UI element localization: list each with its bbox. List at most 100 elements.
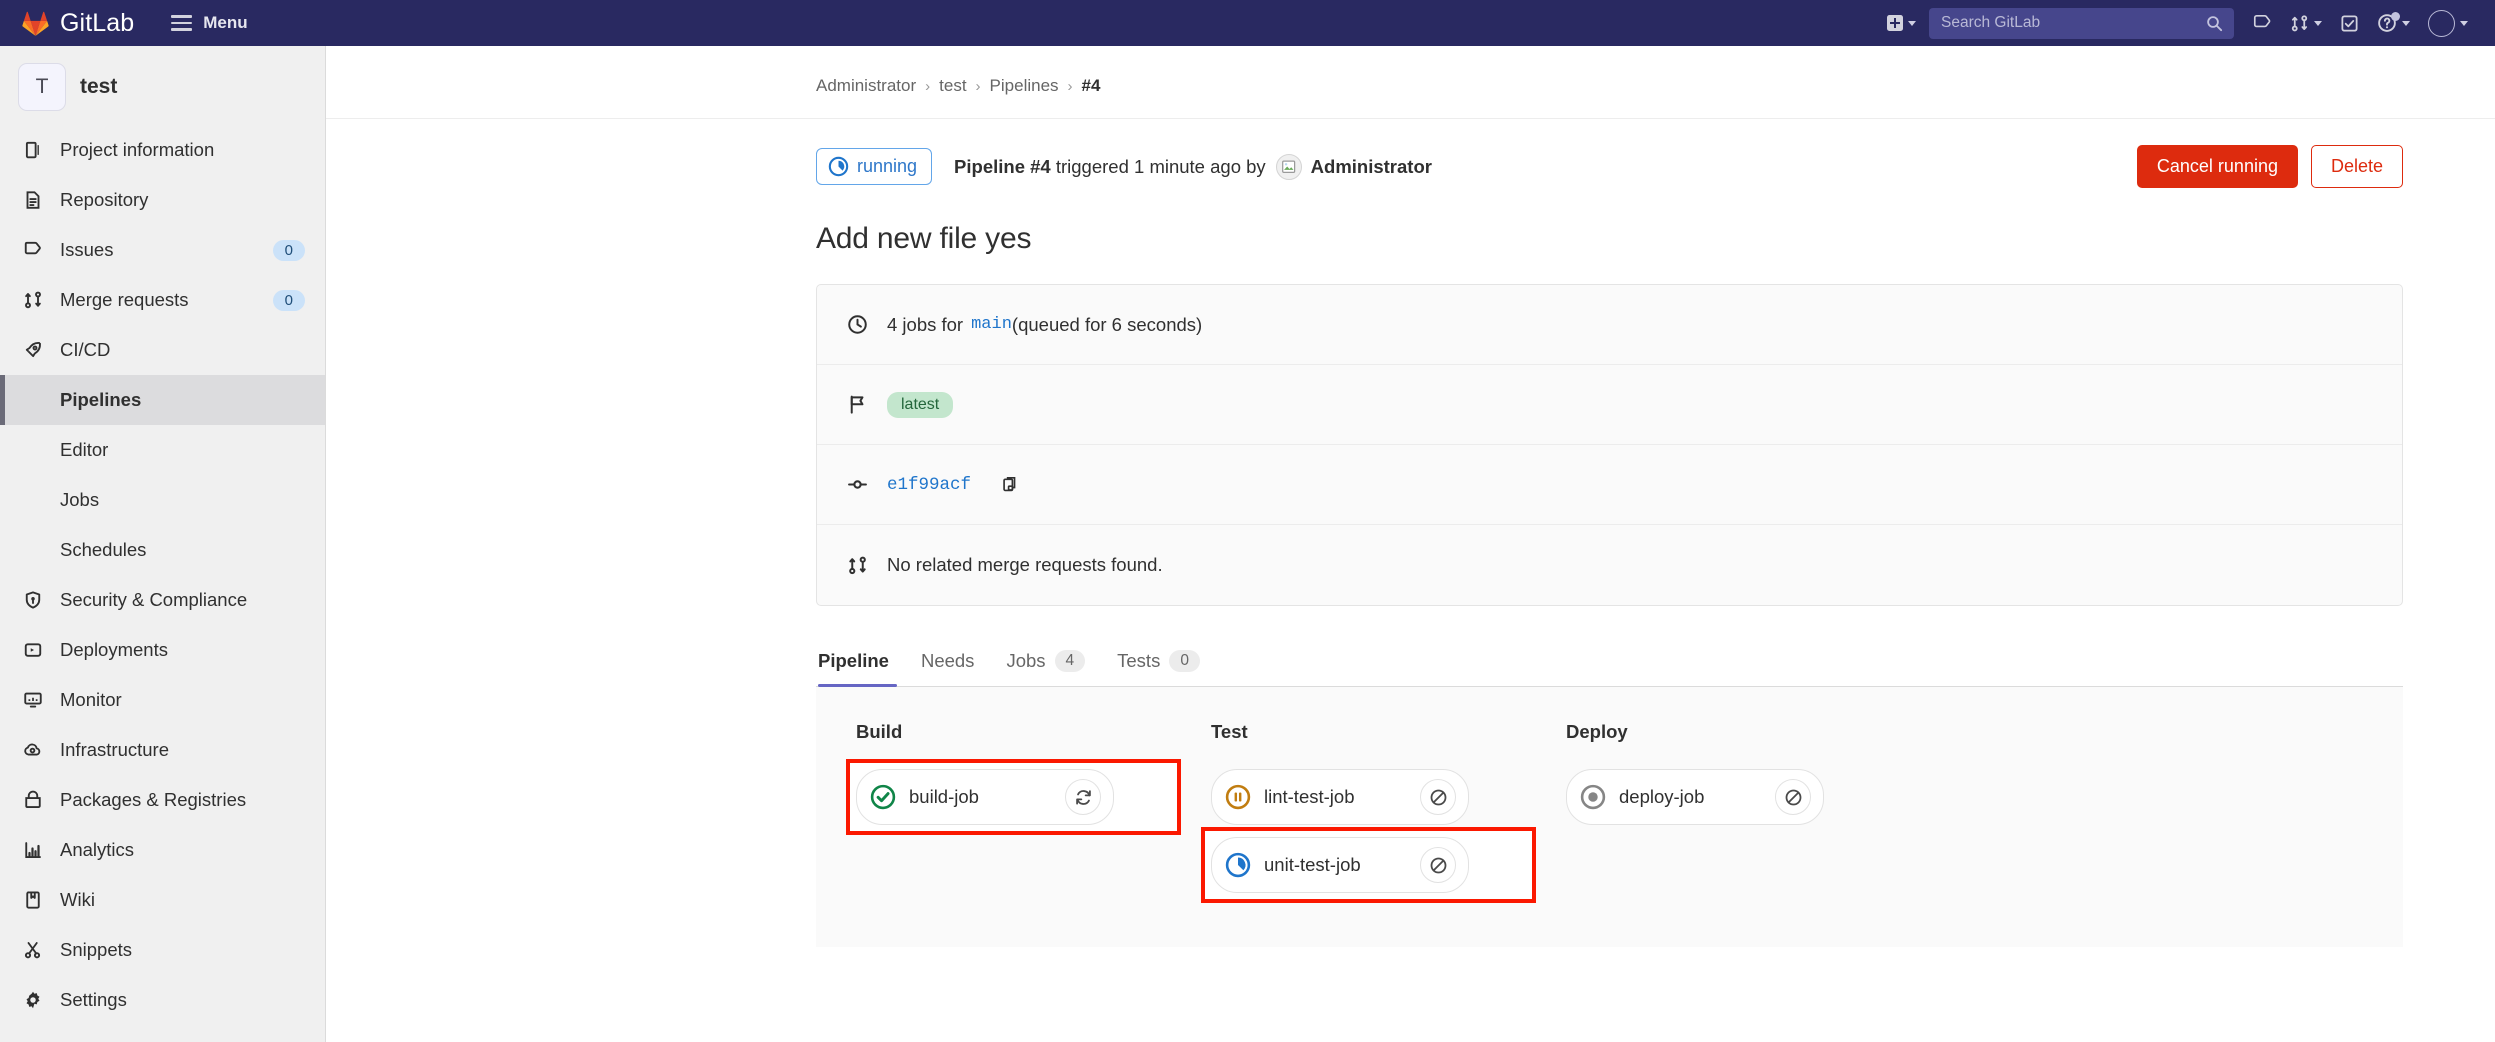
pipeline-graph: Build build-job Test lint-test-job unit-… [816,687,2403,947]
sidebar-project-link[interactable]: T test [0,56,325,125]
pipeline-status-badge[interactable]: running [816,148,933,185]
stage-build: Build build-job [816,721,1181,905]
job-name: build-job [909,786,979,807]
pipeline-ref[interactable]: main [971,315,1012,334]
pipeline-header: running Pipeline #4 triggered 1 minute a… [326,119,2495,188]
packages-icon [20,790,46,810]
sidebar-item-issues[interactable]: Issues 0 [0,225,325,275]
sidebar-item-settings[interactable]: Settings [0,975,325,1025]
cancel-icon [1785,789,1801,805]
sidebar-item-wiki[interactable]: Wiki [0,875,325,925]
sidebar-item-label: Wiki [60,889,95,910]
sidebar-item-editor[interactable]: Editor [0,425,325,475]
breadcrumb-separator: › [975,77,981,95]
sidebar-item-label: Deployments [60,639,168,660]
sidebar-item-label: Repository [60,189,149,210]
user-menu-button[interactable] [2419,4,2477,43]
breadcrumb-item-pipelines[interactable]: Pipelines [990,76,1059,96]
breadcrumb-current[interactable]: #4 [1082,76,1101,96]
cancel-icon [1430,857,1446,873]
todos-nav-button[interactable] [2331,8,2368,39]
cicd-icon [20,340,46,360]
help-nav-button[interactable] [2368,7,2419,39]
sidebar-item-pipelines[interactable]: Pipelines [0,375,325,425]
search-input[interactable] [1929,7,2234,39]
pipeline-title-prefix: Pipeline [954,155,1025,177]
deployments-icon [20,640,46,660]
project-information-icon [20,140,46,160]
sidebar-item-schedules[interactable]: Schedules [0,525,325,575]
tab-pipeline[interactable]: Pipeline [816,640,905,687]
sidebar-item-project-information[interactable]: Project information [0,125,325,175]
chevron-down-icon [2460,20,2468,26]
commit-info-row: e1f99acf [817,445,2402,525]
main-menu-button[interactable]: Menu [171,13,248,33]
merge-request-info-row: No related merge requests found. [817,525,2402,605]
job-name: lint-test-job [1264,786,1355,807]
sidebar-item-packages-registries[interactable]: Packages & Registries [0,775,325,825]
infrastructure-icon [20,740,46,760]
chevron-down-icon [2402,20,2410,26]
cancel-running-button[interactable]: Cancel running [2136,145,2298,188]
merge-requests-count-badge: 0 [272,289,305,311]
cancel-job-button[interactable] [1420,847,1456,883]
flag-icon [845,394,869,415]
chevron-down-icon [2314,20,2322,26]
gear-icon [20,990,46,1010]
sidebar-item-deployments[interactable]: Deployments [0,625,325,675]
sidebar-item-repository[interactable]: Repository [0,175,325,225]
hamburger-icon [171,15,193,31]
sidebar-item-label: Snippets [60,939,132,960]
delete-pipeline-button[interactable]: Delete [2310,145,2403,188]
sidebar-item-snippets[interactable]: Snippets [0,925,325,975]
tab-jobs[interactable]: Jobs 4 [990,640,1101,686]
pipeline-meta: Pipeline #4 triggered 1 minute ago by Ad… [954,153,1432,180]
job-unit-test-job[interactable]: unit-test-job [1211,837,1469,893]
issues-nav-button[interactable] [2244,8,2281,39]
sidebar-item-merge-requests[interactable]: Merge requests 0 [0,275,325,325]
sidebar-item-jobs[interactable]: Jobs [0,475,325,525]
sidebar-item-security-compliance[interactable]: Security & Compliance [0,575,325,625]
cancel-job-button[interactable] [1775,779,1811,815]
cancel-job-button[interactable] [1420,779,1456,815]
pipeline-header-actions: Cancel running Delete [2136,145,2495,188]
issues-count-badge: 0 [272,239,305,261]
commit-sha-link[interactable]: e1f99acf [887,475,971,495]
merge-requests-nav-button[interactable] [2281,8,2331,39]
copy-sha-button[interactable] [1001,475,1020,494]
pipeline-triggered-text: triggered 1 minute ago by [1055,155,1266,177]
gitlab-brand-text: GitLab [60,8,135,37]
create-new-dropdown[interactable] [1878,9,1925,37]
user-avatar [2428,9,2455,37]
tab-tests[interactable]: Tests 0 [1101,640,1216,686]
job-build-job[interactable]: build-job [856,769,1114,825]
merge-requests-icon [20,290,46,310]
navbar-right-actions [1878,4,2477,43]
success-status-icon [870,784,896,810]
sidebar-item-label: Packages & Registries [60,789,247,810]
analytics-icon [20,840,46,860]
queued-text: (queued for 6 seconds) [1011,313,1203,335]
breadcrumb-item-administrator[interactable]: Administrator [816,76,916,96]
tab-needs[interactable]: Needs [905,640,990,686]
job-slot: lint-test-job [1211,769,1526,825]
sidebar-item-cicd[interactable]: CI/CD [0,325,325,375]
jobs-count-text: 4 jobs for [887,313,964,335]
issues-icon [20,240,46,260]
gitlab-logo-link[interactable]: GitLab [22,9,134,38]
sidebar-item-infrastructure[interactable]: Infrastructure [0,725,325,775]
pipeline-author[interactable]: Administrator [1311,156,1432,178]
monitor-icon [20,690,46,710]
tab-label: Tests [1117,650,1161,671]
pipeline-info-card: 4 jobs for main (queued for 6 seconds) l… [816,284,2403,606]
stage-name: Deploy [1566,721,1628,742]
sidebar-item-monitor[interactable]: Monitor [0,675,325,725]
chevron-down-icon [1908,20,1916,26]
sidebar-item-analytics[interactable]: Analytics [0,825,325,875]
sidebar-item-label: Analytics [60,839,135,860]
breadcrumb-item-test[interactable]: test [939,76,966,96]
job-deploy-job[interactable]: deploy-job [1566,769,1824,825]
job-lint-test-job[interactable]: lint-test-job [1211,769,1469,825]
retry-job-button[interactable] [1065,779,1101,815]
snippets-icon [20,940,46,960]
